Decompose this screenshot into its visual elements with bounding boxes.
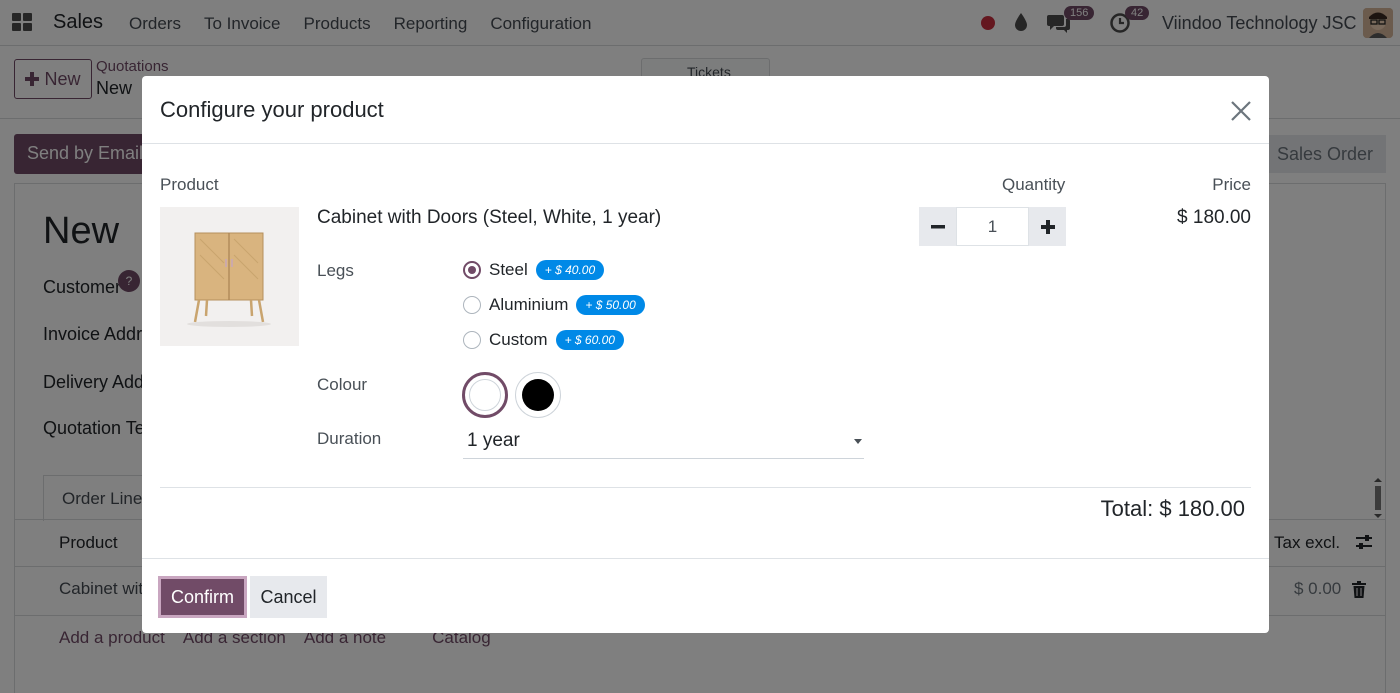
price-extra-badge: + $ 60.00 — [555, 330, 624, 350]
configure-product-dialog: Configure your product Product Quantity … — [142, 76, 1269, 633]
black-swatch-fill — [522, 379, 554, 411]
product-image — [160, 207, 299, 346]
total-amount: Total: $ 180.00 — [1100, 496, 1245, 521]
legs-option-aluminium[interactable]: Aluminium + $ 50.00 — [463, 293, 645, 317]
product-name: Cabinet with Doors (Steel, White, 1 year… — [317, 207, 662, 228]
duration-selected-value: 1 year — [467, 430, 520, 451]
minus-icon — [930, 224, 945, 228]
option-label: Custom — [489, 330, 548, 349]
duration-select[interactable]: 1 year — [463, 428, 864, 459]
price-extra-badge: + $ 50.00 — [576, 295, 645, 315]
increase-quantity-button[interactable] — [1029, 207, 1066, 246]
modal-footer: Confirm Cancel — [142, 558, 1269, 633]
white-swatch-fill — [469, 379, 501, 411]
option-label: Aluminium — [489, 295, 569, 314]
legs-label: Legs — [317, 261, 354, 280]
decrease-quantity-button[interactable] — [919, 207, 956, 246]
colour-label: Colour — [317, 375, 368, 394]
colour-swatch-white[interactable] — [462, 372, 508, 418]
radio-unchecked[interactable] — [463, 296, 481, 314]
radio-unchecked[interactable] — [463, 331, 481, 349]
modal-title: Configure your product — [160, 97, 384, 122]
chevron-down-icon — [854, 439, 862, 444]
close-icon[interactable] — [1229, 99, 1253, 123]
option-label: Steel — [489, 260, 528, 279]
col-header-price: Price — [1212, 175, 1251, 194]
col-header-product: Product — [160, 175, 219, 194]
modal-header: Configure your product — [142, 76, 1269, 144]
total-divider — [160, 487, 1251, 488]
quantity-stepper: 1 — [919, 207, 1066, 246]
duration-label: Duration — [317, 429, 382, 448]
confirm-button[interactable]: Confirm — [158, 576, 247, 618]
legs-option-custom[interactable]: Custom + $ 60.00 — [463, 328, 624, 352]
product-price: $ 180.00 — [1177, 207, 1251, 228]
legs-option-steel[interactable]: Steel + $ 40.00 — [463, 258, 605, 282]
radio-checked[interactable] — [463, 261, 481, 279]
col-header-quantity: Quantity — [1002, 175, 1066, 194]
cancel-button[interactable]: Cancel — [250, 576, 327, 618]
plus-icon — [1040, 219, 1055, 234]
quantity-input[interactable]: 1 — [956, 207, 1029, 246]
colour-swatch-black[interactable] — [515, 372, 561, 418]
price-extra-badge: + $ 40.00 — [535, 260, 605, 280]
